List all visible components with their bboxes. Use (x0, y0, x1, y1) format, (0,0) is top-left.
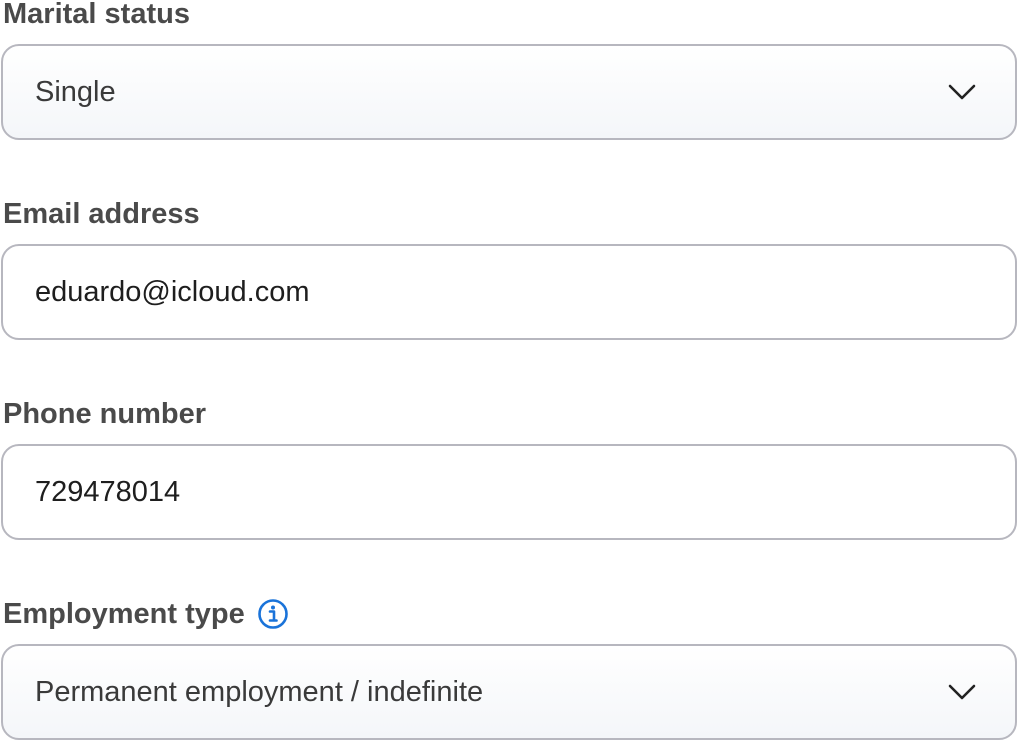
chevron-down-icon (948, 84, 976, 100)
employment-type-value: Permanent employment / indefinite (35, 675, 484, 708)
marital-status-label: Marital status (3, 0, 190, 31)
employment-type-select[interactable]: Permanent employment / indefinite (1, 644, 1017, 740)
employment-type-label-text: Employment type (3, 598, 245, 630)
email-field[interactable]: eduardo@icloud.com (1, 244, 1017, 340)
email-label-text: Email address (3, 198, 200, 230)
email-value: eduardo@icloud.com (35, 275, 310, 308)
marital-status-select[interactable]: Single (1, 44, 1017, 140)
marital-status-label-text: Marital status (3, 0, 190, 30)
phone-field[interactable]: 729478014 (1, 444, 1017, 540)
employment-type-label: Employment type (3, 597, 289, 631)
phone-value: 729478014 (35, 475, 181, 508)
info-icon[interactable] (257, 598, 289, 630)
email-label: Email address (3, 197, 200, 231)
phone-label: Phone number (3, 397, 206, 431)
phone-label-text: Phone number (3, 398, 207, 430)
chevron-down-icon (948, 684, 976, 700)
marital-status-value: Single (35, 75, 116, 108)
